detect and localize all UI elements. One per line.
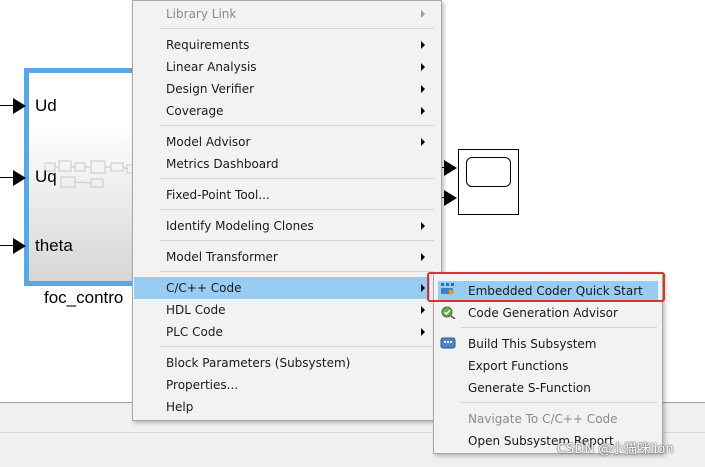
annotation-highlight-box xyxy=(427,272,665,302)
inport-arrow-theta xyxy=(13,238,26,254)
menu-item-identify-modeling-clones[interactable]: Identify Modeling Clones xyxy=(166,215,314,237)
menu-item-c-cpp-code[interactable]: C/C++ Code xyxy=(166,277,241,299)
menu-item-generate-s-function[interactable]: Generate S-Function xyxy=(468,377,591,399)
submenu-arrow-icon xyxy=(421,306,425,314)
submenu-arrow-icon xyxy=(421,10,425,18)
watermark: CSDN @小猫咪lion xyxy=(557,442,674,457)
submenu-arrow-icon xyxy=(421,253,425,261)
menu-separator xyxy=(461,402,657,403)
menu-item-properties[interactable]: Properties... xyxy=(166,374,238,396)
menu-item-model-advisor[interactable]: Model Advisor xyxy=(166,131,250,153)
menu-item-library-link[interactable]: Library Link xyxy=(166,3,236,25)
menu-item-help[interactable]: Help xyxy=(166,396,193,418)
menu-separator xyxy=(160,209,434,210)
submenu-arrow-icon xyxy=(421,41,425,49)
menu-separator xyxy=(461,327,657,328)
port-label-uq: Uq xyxy=(35,167,57,186)
signal-line-ud[interactable] xyxy=(0,105,14,106)
menu-separator xyxy=(160,271,434,272)
menu-item-metrics-dashboard[interactable]: Metrics Dashboard xyxy=(166,153,278,175)
menu-item-plc-code[interactable]: PLC Code xyxy=(166,321,223,343)
port-label-theta: theta xyxy=(35,236,73,255)
menu-item-export-functions[interactable]: Export Functions xyxy=(468,355,568,377)
subsystem-name[interactable]: foc_contro xyxy=(44,288,123,308)
menu-item-coverage[interactable]: Coverage xyxy=(166,100,224,122)
signal-line-uq[interactable] xyxy=(0,177,14,178)
submenu-arrow-icon xyxy=(421,63,425,71)
inport-arrow-ud xyxy=(13,98,26,114)
menu-item-block-parameters[interactable]: Block Parameters (Subsystem) xyxy=(166,352,350,374)
submenu-arrow-icon xyxy=(421,107,425,115)
menu-item-hdl-code[interactable]: HDL Code xyxy=(166,299,225,321)
menu-item-build-this-subsystem[interactable]: Build This Subsystem xyxy=(468,333,597,355)
port-label-ud: Ud xyxy=(35,96,57,115)
scope-screen-icon xyxy=(466,157,511,187)
scope-inport-arrow-1 xyxy=(444,160,457,176)
submenu-arrow-icon xyxy=(421,284,425,292)
menu-separator xyxy=(160,346,434,347)
menu-separator xyxy=(160,240,434,241)
inport-arrow-uq xyxy=(13,170,26,186)
menu-separator xyxy=(160,178,434,179)
menu-item-linear-analysis[interactable]: Linear Analysis xyxy=(166,56,257,78)
menu-item-fixed-point-tool[interactable]: Fixed-Point Tool... xyxy=(166,184,270,206)
menu-separator xyxy=(160,28,434,29)
menu-item-code-generation-advisor[interactable]: Code Generation Advisor xyxy=(468,302,618,324)
menu-separator xyxy=(160,125,434,126)
menu-item-design-verifier[interactable]: Design Verifier xyxy=(166,78,254,100)
submenu-arrow-icon xyxy=(421,85,425,93)
build-icon xyxy=(440,337,456,349)
signal-line-theta[interactable] xyxy=(0,245,14,246)
advisor-icon xyxy=(441,306,456,319)
submenu-arrow-icon xyxy=(421,138,425,146)
scope-inport-arrow-2 xyxy=(444,190,457,206)
menu-item-navigate-to-code[interactable]: Navigate To C/C++ Code xyxy=(468,408,618,430)
submenu-arrow-icon xyxy=(421,328,425,336)
menu-item-requirements[interactable]: Requirements xyxy=(166,34,249,56)
submenu-arrow-icon xyxy=(421,222,425,230)
menu-item-model-transformer[interactable]: Model Transformer xyxy=(166,246,278,268)
